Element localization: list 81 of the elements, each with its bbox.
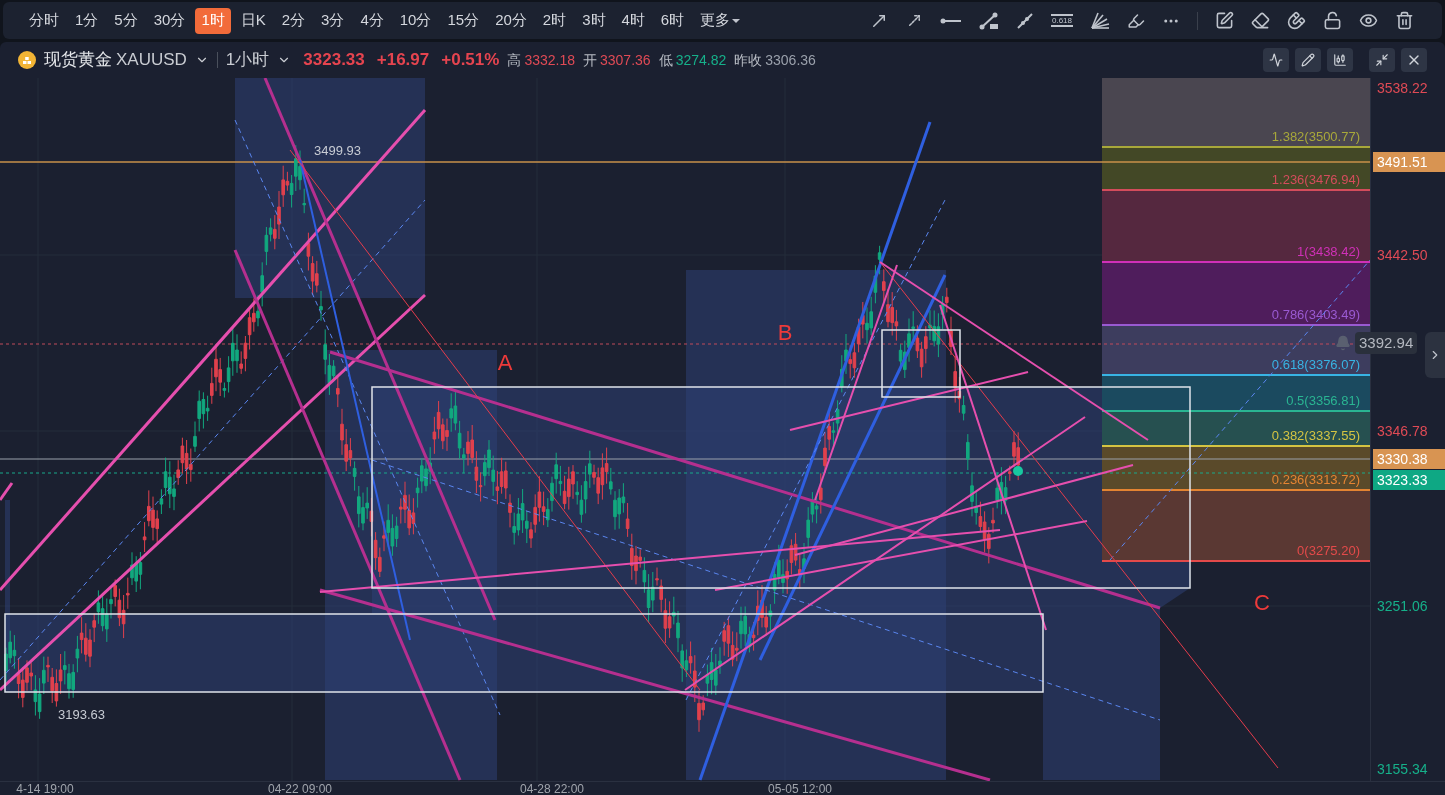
candlestick-icon	[1333, 53, 1347, 67]
price-axis-label: 3346.78	[1377, 422, 1428, 441]
current-price-dot	[1013, 466, 1023, 476]
magnet-icon[interactable]	[1287, 11, 1306, 30]
interval-tab[interactable]: 4分	[354, 7, 390, 34]
draw-button[interactable]	[1295, 48, 1321, 72]
fib-level-label: 0(3275.20)	[1297, 543, 1360, 558]
caret-icon	[732, 18, 741, 23]
fan-icon[interactable]	[1090, 11, 1110, 30]
fib-level-label: 0.5(3356.81)	[1286, 393, 1360, 408]
stat-value: 3307.36	[600, 50, 651, 70]
collapse-button[interactable]	[1369, 48, 1395, 72]
price-tag: 3330.38	[1373, 449, 1445, 469]
stat-label: 低	[658, 50, 673, 70]
price-change: +16.97	[376, 49, 430, 72]
pulse-line-icon	[1269, 53, 1283, 67]
wave-label: B	[777, 320, 793, 345]
trash-icon[interactable]	[1395, 11, 1414, 30]
low-price-marker: 3193.63	[58, 707, 105, 722]
interval-tab[interactable]: 3分	[315, 7, 351, 34]
eye-icon[interactable]	[1359, 11, 1378, 30]
time-axis-label: 05-05 12:00	[767, 782, 833, 795]
price-axis-label: 3251.06	[1377, 597, 1428, 616]
coin-icon	[18, 51, 36, 69]
more-dropdown[interactable]: 更多	[694, 7, 747, 34]
fib-level-label: 0.382(3337.55)	[1271, 428, 1360, 443]
fib-level-label: 1.382(3500.77)	[1271, 129, 1360, 144]
time-axis-label: 04-22 09:00	[267, 782, 333, 795]
collapse-icon	[1375, 53, 1389, 67]
interval-tab[interactable]: 3时	[576, 7, 612, 34]
stat-value: 3274.82	[675, 50, 727, 70]
wave-label: C	[1254, 590, 1270, 615]
time-axis-label: 04-28 22:00	[519, 782, 585, 795]
price-axis-label: 3538.22	[1377, 79, 1428, 98]
fib-level-label: 1(3438.42)	[1297, 244, 1360, 259]
stat-value: 3306.36	[765, 50, 816, 70]
stat-label: 高	[507, 50, 522, 70]
interval-tab[interactable]: 6时	[654, 7, 691, 34]
price-axis-label: 3442.50	[1377, 246, 1428, 265]
indicator-button[interactable]	[1263, 48, 1289, 72]
stat-label: 昨收	[734, 50, 763, 70]
instrument-name: 现货黄金	[44, 49, 112, 72]
interval-tab[interactable]: 2分	[275, 7, 312, 34]
highlighter-icon[interactable]	[1127, 11, 1145, 30]
interval-tab[interactable]: 2时	[536, 7, 573, 34]
interval-tab[interactable]: 1分	[69, 7, 105, 34]
period-selector[interactable]: 1小时	[225, 47, 270, 73]
price-tag: 3491.51	[1373, 152, 1445, 172]
price-tag: 3323.33	[1373, 470, 1445, 490]
close-button[interactable]	[1401, 48, 1427, 72]
instrument-symbol: XAUUSD	[116, 49, 187, 72]
price-axis-label: 3155.34	[1377, 760, 1428, 779]
wave-label: A	[497, 350, 513, 375]
interval-tab[interactable]: 4时	[615, 7, 651, 34]
stat-label: 开	[583, 50, 597, 70]
stat-value: 3332.18	[524, 50, 575, 70]
time-axis-label: 4-14 19:00	[16, 782, 74, 795]
fib-tool[interactable]: 0.618	[1050, 14, 1073, 27]
segment-icon[interactable]	[978, 11, 999, 30]
high-price-marker: 3499.93	[314, 143, 361, 158]
side-panel-toggle[interactable]	[1425, 332, 1445, 378]
interval-tab[interactable]: 分时	[23, 7, 65, 34]
unlock-icon[interactable]	[1323, 11, 1342, 30]
pencil-icon	[1301, 53, 1315, 67]
last-price: 3323.33	[303, 49, 365, 72]
note-icon[interactable]	[1215, 11, 1234, 30]
fib-level-label: 0.618(3376.07)	[1271, 357, 1360, 372]
interval-tab[interactable]: 20分	[489, 7, 533, 34]
chart-type-button[interactable]	[1327, 48, 1353, 72]
interval-tab[interactable]: 30分	[147, 7, 192, 34]
interval-tab[interactable]: 10分	[393, 7, 438, 34]
trendline-icon[interactable]	[1015, 11, 1034, 30]
eraser-icon[interactable]	[1251, 11, 1270, 30]
alert-price-tag: 3392.94	[1355, 332, 1418, 354]
fib-level-label: 0.236(3313.72)	[1271, 472, 1360, 487]
interval-tab[interactable]: 日K	[234, 7, 272, 34]
fib-level-label: 0.786(3403.49)	[1271, 307, 1360, 322]
interval-tab[interactable]: 15分	[441, 7, 486, 34]
fib-level-label: 1.236(3476.94)	[1271, 172, 1360, 187]
percent-change: +0.51%	[441, 49, 500, 72]
interval-tab[interactable]: 5分	[108, 7, 144, 34]
